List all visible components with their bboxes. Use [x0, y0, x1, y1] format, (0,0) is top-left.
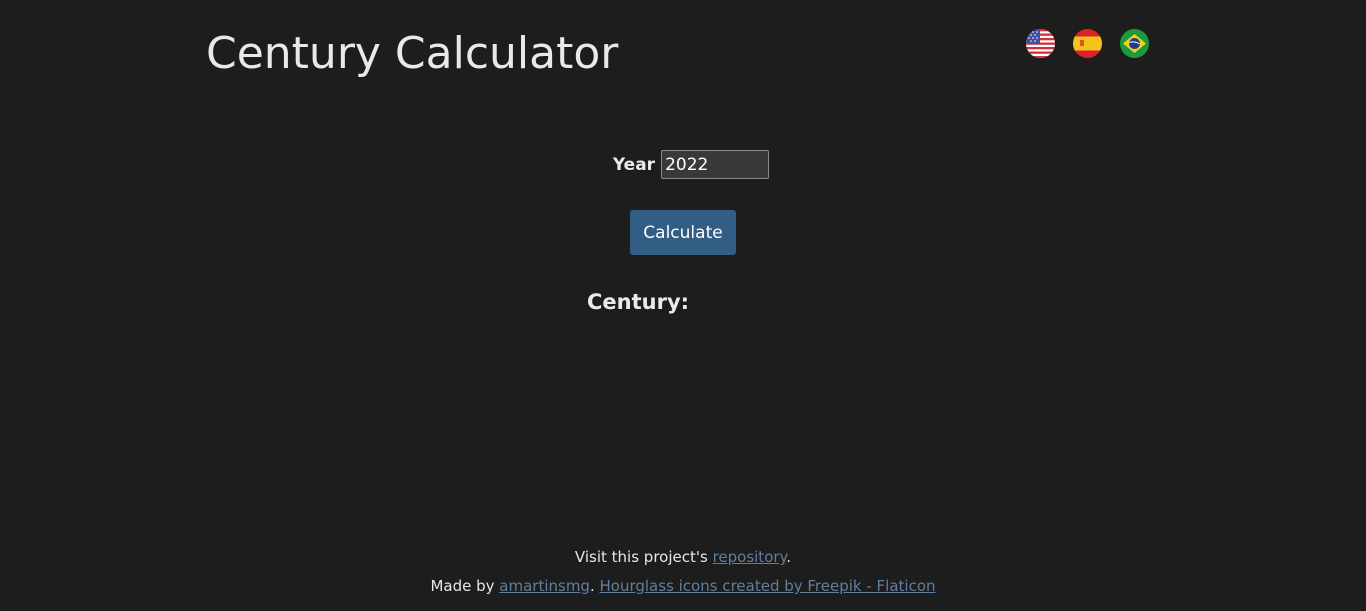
us-flag-icon[interactable]	[1026, 29, 1055, 58]
spain-flag-icon[interactable]	[1073, 29, 1102, 58]
page-title: Century Calculator	[206, 28, 619, 79]
year-form: Year	[0, 150, 1366, 179]
page: Century Calculator Year 2022 Calculate C…	[0, 0, 1366, 611]
brazil-flag-icon[interactable]	[1120, 29, 1149, 58]
credits-separator: .	[589, 577, 600, 595]
visit-suffix: .	[786, 548, 792, 566]
year-label: Year	[612, 154, 656, 175]
made-by-text: Made by	[430, 577, 500, 595]
century-result: Century:	[587, 290, 690, 314]
author-link[interactable]: amartinsmg	[499, 577, 590, 595]
language-switcher	[1026, 29, 1149, 58]
visit-text: Visit this project's	[574, 548, 713, 566]
footer: Visit this project's repository. Made by…	[0, 543, 1366, 601]
flaticon-credits-link[interactable]: Hourglass icons created by Freepik - Fla…	[600, 577, 936, 595]
footer-credits-line: Made by amartinsmg. Hourglass icons crea…	[0, 572, 1366, 601]
year-input[interactable]	[661, 150, 770, 179]
calculate-button[interactable]: Calculate	[630, 210, 736, 255]
repository-link[interactable]: repository	[713, 548, 787, 566]
footer-repository-line: Visit this project's repository.	[0, 543, 1366, 572]
